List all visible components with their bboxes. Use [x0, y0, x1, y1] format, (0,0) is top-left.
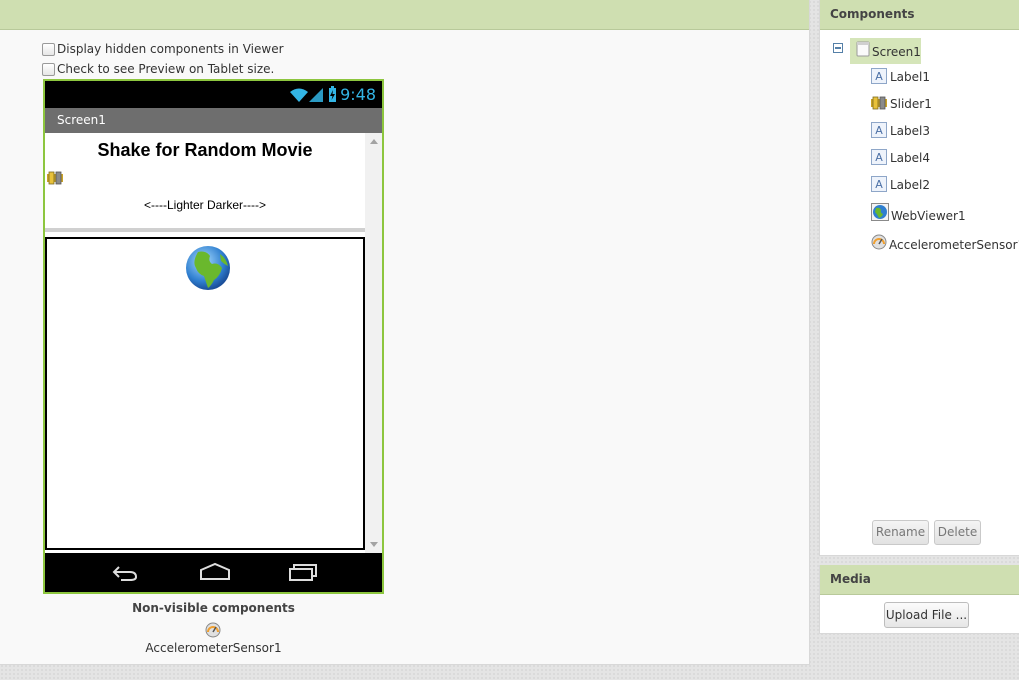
tablet-preview-checkbox-row[interactable]: Check to see Preview on Tablet size. [42, 62, 274, 76]
signal-icons [290, 86, 336, 102]
cell-signal-icon [309, 88, 323, 102]
collapse-toggle-icon[interactable] [833, 43, 843, 53]
label4-divider[interactable] [45, 228, 365, 232]
tree-node-label: AccelerometerSensor1 [889, 238, 1019, 252]
label1-movie-title[interactable]: Shake for Random Movie [45, 140, 365, 161]
media-panel: Media Upload File ... [819, 565, 1019, 634]
globe-icon [871, 203, 889, 221]
back-icon[interactable] [111, 562, 139, 582]
status-bar: 9:48 [45, 81, 382, 108]
viewer-header [0, 0, 809, 30]
accelerometer-icon [871, 234, 887, 250]
display-hidden-label: Display hidden components in Viewer [57, 42, 284, 56]
recent-apps-icon[interactable] [288, 562, 318, 582]
non-visible-title: Non-visible components [132, 601, 295, 615]
phone-preview: 9:48 Screen1 Shake for Random Movie <---… [43, 79, 384, 594]
tree-node-label: Slider1 [890, 97, 932, 111]
tablet-preview-label: Check to see Preview on Tablet size. [57, 62, 275, 76]
scroll-up-arrow-icon[interactable] [370, 139, 378, 144]
tree-node-screen1[interactable]: Screen1 [850, 38, 921, 64]
accelerometer-icon[interactable] [205, 622, 221, 638]
svg-text:A: A [875, 178, 883, 191]
android-nav-bar [45, 553, 382, 592]
screen-title: Screen1 [57, 113, 106, 127]
media-header: Media [820, 565, 1019, 595]
screen-icon [856, 41, 870, 57]
svg-text:A: A [875, 151, 883, 164]
svg-text:A: A [875, 70, 883, 83]
components-panel: Components Screen1 A Label1 Slider1 A La… [819, 0, 1019, 556]
label-icon: A [871, 176, 887, 192]
home-icon[interactable] [199, 562, 231, 582]
battery-icon [329, 86, 336, 102]
tablet-preview-checkbox[interactable] [42, 62, 55, 76]
components-header: Components [820, 0, 1019, 30]
non-visible-accelerometer-label[interactable]: AccelerometerSensor1 [43, 641, 384, 655]
slider-icon [871, 96, 887, 110]
screen-content[interactable]: Shake for Random Movie <----Lighter Dark… [45, 133, 365, 553]
tree-node-label: Screen1 [872, 45, 921, 59]
wifi-icon [290, 88, 308, 102]
globe-icon [186, 246, 230, 290]
tree-node-label: Label1 [890, 70, 931, 84]
screen-scrollbar[interactable] [365, 133, 382, 553]
display-hidden-checkbox[interactable] [42, 42, 55, 56]
slider-icon[interactable] [47, 171, 63, 185]
svg-text:A: A [875, 124, 883, 137]
delete-button[interactable]: Delete [934, 520, 981, 545]
label-icon: A [871, 149, 887, 165]
viewer-panel: Display hidden components in Viewer Chec… [0, 0, 810, 665]
display-hidden-checkbox-row[interactable]: Display hidden components in Viewer [42, 42, 284, 56]
tree-node-label: Label4 [890, 151, 931, 165]
label-icon: A [871, 122, 887, 138]
tree-node-label: WebViewer1 [891, 209, 966, 223]
label-icon: A [871, 68, 887, 84]
status-time: 9:48 [340, 85, 376, 104]
screen-title-bar: Screen1 [45, 108, 382, 133]
rename-button[interactable]: Rename [872, 520, 929, 545]
tree-node-label: Label3 [890, 124, 931, 138]
scroll-down-arrow-icon[interactable] [370, 542, 378, 547]
webviewer-frame[interactable] [45, 237, 365, 550]
upload-file-button[interactable]: Upload File ... [884, 602, 969, 628]
tree-node-label: Label2 [890, 178, 931, 192]
label3-lighter-darker[interactable]: <----Lighter Darker----> [45, 198, 365, 212]
